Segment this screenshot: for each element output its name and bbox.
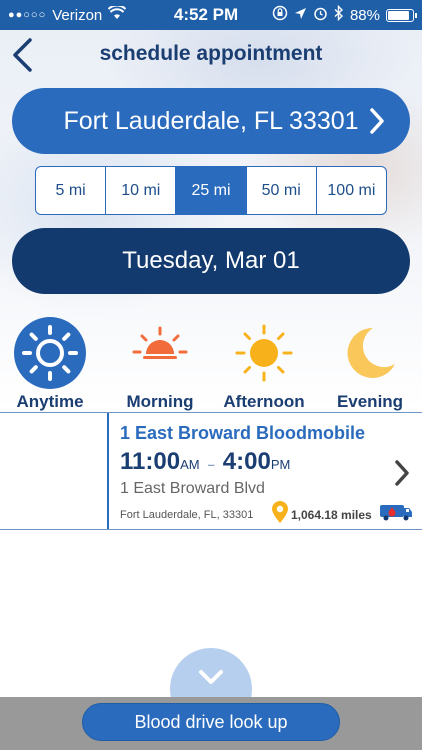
- time-option-evening[interactable]: Evening: [320, 316, 420, 412]
- drive-distance: 1,064.18 miles: [291, 508, 372, 522]
- status-bar: ●●○○○ Verizon 4:52 PM 88%: [0, 0, 422, 30]
- chevron-down-icon: [199, 670, 223, 684]
- lookup-label: Blood drive look up: [134, 711, 288, 732]
- moon-icon: [347, 327, 395, 378]
- blood-drive-lookup-button[interactable]: Blood drive look up: [82, 703, 340, 741]
- time-option-label: Afternoon: [223, 392, 305, 411]
- time-separator: –: [207, 457, 215, 472]
- bloodmobile-icon: [380, 505, 412, 521]
- location-arrow-icon: [294, 7, 307, 24]
- start-ampm: AM: [180, 457, 200, 472]
- drive-name: 1 East Broward Bloodmobile: [120, 423, 366, 443]
- signal-strength: ●●○○○: [8, 9, 47, 21]
- time-option-label: Anytime: [16, 392, 84, 411]
- sunrise-icon: [132, 326, 188, 359]
- date-label: Tuesday, Mar 01: [122, 247, 300, 274]
- time-option-label: Evening: [336, 392, 404, 411]
- battery-icon: [386, 8, 417, 22]
- blood-drive-result[interactable]: 1 East Broward Bloodmobile 11:00AM –4:00P…: [0, 412, 422, 530]
- distance-selector: 5 mi 10 mi 25 mi 50 mi 100 mi: [35, 166, 387, 215]
- start-time: 11:00: [120, 448, 181, 475]
- distance-option-25[interactable]: 25 mi: [176, 167, 247, 214]
- result-divider: [107, 413, 109, 529]
- battery-percent: 88%: [349, 6, 380, 24]
- location-button[interactable]: Fort Lauderdale, FL 33301: [12, 88, 410, 154]
- map-pin-icon: [272, 501, 288, 523]
- distance-option-5[interactable]: 5 mi: [36, 167, 107, 214]
- time-option-label: Morning: [126, 392, 194, 411]
- distance-option-50[interactable]: 50 mi: [247, 167, 317, 214]
- time-option-anytime[interactable]: Anytime: [0, 316, 100, 412]
- distance-option-10[interactable]: 10 mi: [106, 167, 177, 214]
- drive-hours: 11:00AM –4:00PM: [120, 448, 290, 476]
- drive-city: Fort Lauderdale, FL, 33301: [120, 509, 254, 521]
- location-label: Fort Lauderdale, FL 33301: [63, 106, 359, 135]
- time-of-day-selector: Anytime Morning Afternoon Evening: [0, 316, 422, 412]
- clock: 4:52 PM: [173, 5, 239, 24]
- sun-selected-icon: [14, 317, 86, 389]
- drive-address: 1 East Broward Blvd: [120, 480, 265, 497]
- header: schedule appointment: [0, 34, 422, 74]
- alarm-icon: [313, 6, 328, 25]
- distance-option-100[interactable]: 100 mi: [317, 167, 386, 214]
- date-button[interactable]: Tuesday, Mar 01: [12, 228, 410, 294]
- end-time: 4:00: [222, 448, 271, 475]
- page-title: schedule appointment: [99, 42, 323, 65]
- time-option-afternoon[interactable]: Afternoon: [214, 316, 314, 412]
- carrier-name: Verizon: [52, 6, 103, 24]
- bluetooth-icon: [334, 4, 344, 25]
- chevron-right-icon: [395, 460, 409, 486]
- sun-icon: [235, 324, 293, 382]
- time-option-morning[interactable]: Morning: [110, 316, 210, 412]
- orientation-lock-icon: [272, 5, 288, 25]
- wifi-icon: [108, 4, 127, 24]
- chevron-right-icon: [370, 108, 384, 134]
- end-ampm: PM: [270, 457, 291, 472]
